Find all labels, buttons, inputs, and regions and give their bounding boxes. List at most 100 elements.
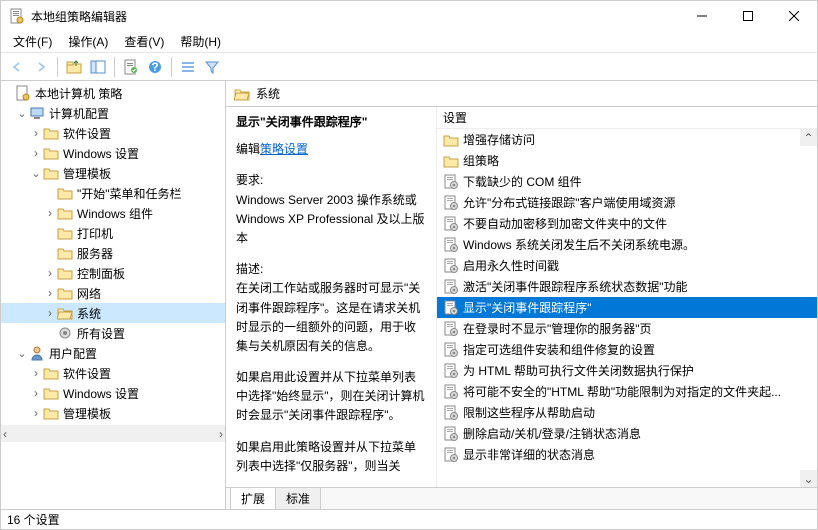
folder-icon xyxy=(443,132,459,148)
tree-start-menu[interactable]: "开始"菜单和任务栏 xyxy=(1,183,225,203)
menu-action[interactable]: 操作(A) xyxy=(60,31,116,52)
tree-computer-config[interactable]: 计算机配置 xyxy=(1,103,225,123)
list-item-label: 启用永久性时间戳 xyxy=(463,257,559,274)
list-item[interactable]: 将可能不安全的"HTML 帮助"功能限制为对指定的文件夹起... xyxy=(437,381,817,402)
tree-root[interactable]: 本地计算机 策略 xyxy=(1,83,225,103)
expander-icon[interactable] xyxy=(43,206,57,220)
expander-icon[interactable] xyxy=(15,347,29,360)
list-item[interactable]: Windows 系统关闭发生后不关闭系统电源。 xyxy=(437,234,817,255)
list-item[interactable]: 删除启动/关机/登录/注销状态消息 xyxy=(437,423,817,444)
settings-list[interactable]: ⌃ ⌄ 增强存储访问组策略下载缺少的 COM 组件允许"分布式链接跟踪"客户端使… xyxy=(437,129,817,487)
scroll-left-icon[interactable]: ‹ xyxy=(3,427,7,441)
content-area: 本地计算机 策略 计算机配置 软件设置 Windows 设置 管理模板 "开始"… xyxy=(1,81,817,509)
setting-icon xyxy=(443,279,459,295)
menu-view[interactable]: 查看(V) xyxy=(116,31,172,52)
edit-link[interactable]: 策略设置 xyxy=(260,142,308,156)
list-item[interactable]: 指定可选组件安装和组件修复的设置 xyxy=(437,339,817,360)
list-item[interactable]: 为 HTML 帮助可执行文件关闭数据执行保护 xyxy=(437,360,817,381)
folder-icon xyxy=(43,125,59,141)
list-item[interactable]: 下载缺少的 COM 组件 xyxy=(437,171,817,192)
app-icon xyxy=(9,8,25,24)
detail-title: 显示"关闭事件跟踪程序" xyxy=(236,113,426,132)
statusbar: 16 个设置 xyxy=(1,509,817,529)
maximize-button[interactable] xyxy=(725,1,771,31)
tree-u-admin-templates[interactable]: 管理模板 xyxy=(1,403,225,423)
tree-label: "开始"菜单和任务栏 xyxy=(77,185,182,202)
list-item[interactable]: 限制这些程序从帮助启动 xyxy=(437,402,817,423)
list-item-label: 在登录时不显示"管理你的服务器"页 xyxy=(463,320,652,337)
tree-printers[interactable]: 打印机 xyxy=(1,223,225,243)
scroll-up-icon[interactable]: ⌃ xyxy=(800,129,817,146)
expander-icon[interactable] xyxy=(29,366,43,380)
expander-icon[interactable] xyxy=(29,167,43,180)
folder-icon xyxy=(43,145,59,161)
tree-all-settings[interactable]: 所有设置 xyxy=(1,323,225,343)
list-item[interactable]: 启用永久性时间戳 xyxy=(437,255,817,276)
status-text: 16 个设置 xyxy=(7,511,60,528)
list-item[interactable]: 激活"关闭事件跟踪程序系统状态数据"功能 xyxy=(437,276,817,297)
tree-pane[interactable]: 本地计算机 策略 计算机配置 软件设置 Windows 设置 管理模板 "开始"… xyxy=(1,81,226,425)
scroll-right-icon[interactable]: › xyxy=(219,427,223,441)
forward-button[interactable] xyxy=(29,55,53,79)
header-title: 系统 xyxy=(256,85,280,102)
tree-label: 软件设置 xyxy=(63,365,111,382)
list-item[interactable]: 组策略 xyxy=(437,150,817,171)
show-hide-tree-button[interactable] xyxy=(86,55,110,79)
tab-standard[interactable]: 标准 xyxy=(275,487,321,509)
tree-system[interactable]: 系统 xyxy=(1,303,225,323)
tab-extended[interactable]: 扩展 xyxy=(230,487,276,509)
list-item[interactable]: 不要自动加密移到加密文件夹中的文件 xyxy=(437,213,817,234)
menu-file[interactable]: 文件(F) xyxy=(5,31,60,52)
list-scrollbar[interactable]: ⌃ ⌄ xyxy=(800,129,817,487)
policy-icon xyxy=(15,85,31,101)
window-title: 本地组策略编辑器 xyxy=(31,8,679,25)
filter-button[interactable] xyxy=(200,55,224,79)
folder-icon xyxy=(443,153,459,169)
list-item[interactable]: 允许"分布式链接跟踪"客户端使用域资源 xyxy=(437,192,817,213)
setting-icon xyxy=(443,216,459,232)
tree-u-windows-settings[interactable]: Windows 设置 xyxy=(1,383,225,403)
back-button[interactable] xyxy=(5,55,29,79)
properties-button[interactable] xyxy=(119,55,143,79)
expander-icon[interactable] xyxy=(29,386,43,400)
list-item[interactable]: 增强存储访问 xyxy=(437,129,817,150)
list-item[interactable]: 在登录时不显示"管理你的服务器"页 xyxy=(437,318,817,339)
expander-icon[interactable] xyxy=(29,406,43,420)
expander-icon[interactable] xyxy=(43,266,57,280)
expander-icon[interactable] xyxy=(43,286,57,300)
list-item[interactable]: 显示非常详细的状态消息 xyxy=(437,444,817,465)
help-button[interactable]: ? xyxy=(143,55,167,79)
expander-icon[interactable] xyxy=(15,107,29,120)
tree-windows-components[interactable]: Windows 组件 xyxy=(1,203,225,223)
tree-user-config[interactable]: 用户配置 xyxy=(1,343,225,363)
scroll-down-icon[interactable]: ⌄ xyxy=(800,470,817,487)
expander-icon[interactable] xyxy=(29,146,43,160)
folder-icon xyxy=(57,205,73,221)
tree-u-software[interactable]: 软件设置 xyxy=(1,363,225,383)
list-view-button[interactable] xyxy=(176,55,200,79)
tree-control-panel[interactable]: 控制面板 xyxy=(1,263,225,283)
req-label: 要求: xyxy=(236,171,426,190)
list-item[interactable]: 显示"关闭事件跟踪程序" xyxy=(437,297,817,318)
right-pane: 系统 显示"关闭事件跟踪程序" 编辑策略设置 要求: Windows Serve… xyxy=(226,81,817,509)
menu-help[interactable]: 帮助(H) xyxy=(172,31,229,52)
list-item-label: 激活"关闭事件跟踪程序系统状态数据"功能 xyxy=(463,278,688,295)
list-header[interactable]: 设置 xyxy=(437,107,817,129)
tree-h-scrollbar[interactable]: ‹ › xyxy=(1,425,225,442)
tree-network[interactable]: 网络 xyxy=(1,283,225,303)
tree-servers[interactable]: 服务器 xyxy=(1,243,225,263)
up-button[interactable] xyxy=(62,55,86,79)
tree-label: 网络 xyxy=(77,285,101,302)
tree-label: 用户配置 xyxy=(49,345,97,362)
tree-label: 控制面板 xyxy=(77,265,125,282)
tree-software-settings[interactable]: 软件设置 xyxy=(1,123,225,143)
setting-icon xyxy=(443,426,459,442)
expander-icon[interactable] xyxy=(29,126,43,140)
expander-icon[interactable] xyxy=(43,306,57,320)
setting-icon xyxy=(443,237,459,253)
tree-admin-templates[interactable]: 管理模板 xyxy=(1,163,225,183)
tree-windows-settings[interactable]: Windows 设置 xyxy=(1,143,225,163)
close-button[interactable] xyxy=(771,1,817,31)
folder-icon xyxy=(57,225,73,241)
minimize-button[interactable] xyxy=(679,1,725,31)
